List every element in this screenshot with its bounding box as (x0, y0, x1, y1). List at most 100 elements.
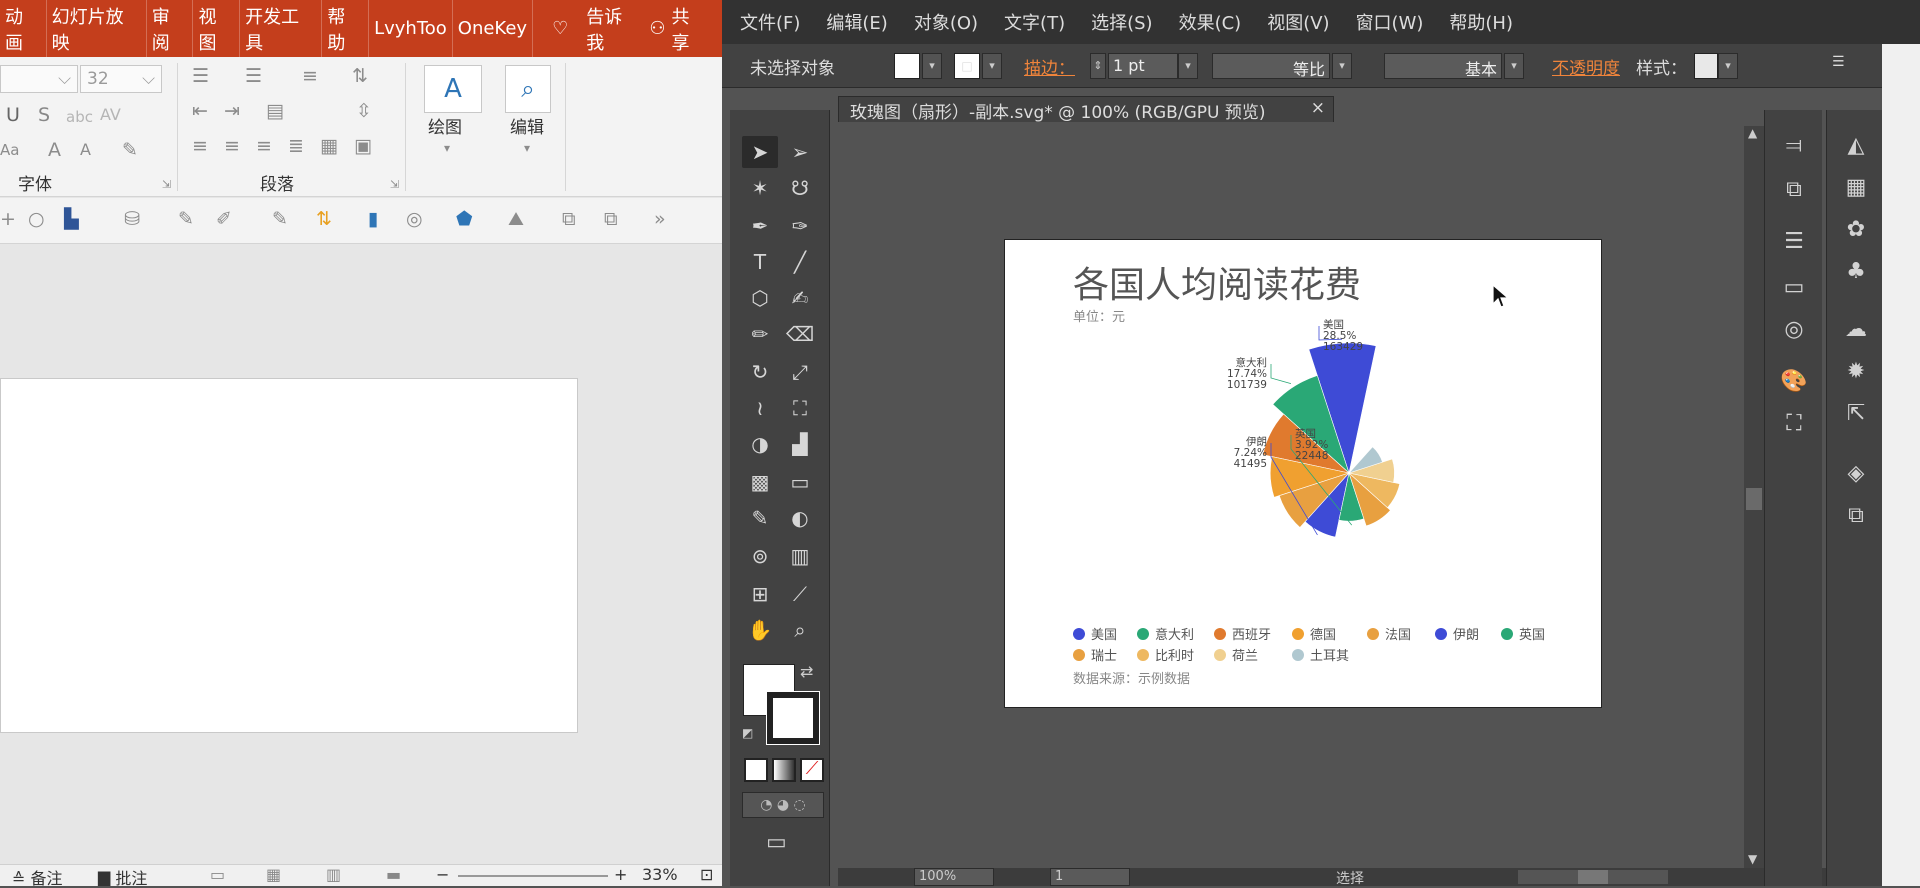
pathfinder-panel-icon[interactable]: ⧉ (1780, 176, 1808, 204)
stroke-stepper[interactable]: ⇕ (1090, 53, 1106, 79)
libraries-panel-icon[interactable]: ☁ (1842, 316, 1870, 344)
gradient-panel-icon[interactable]: ▭ (1780, 274, 1808, 302)
numbering-icon[interactable]: ☰ (245, 65, 262, 87)
more-icon[interactable]: » (654, 208, 666, 230)
clear-format-icon[interactable]: ✎ (122, 139, 138, 161)
slideshow-icon[interactable]: ▬ (386, 865, 401, 884)
tell-me-box[interactable]: ♡ 告诉我 (547, 0, 644, 57)
paint-bucket-icon[interactable]: ⛁ (124, 208, 140, 230)
zoom-tool-icon[interactable]: ⌕ (782, 614, 818, 646)
pen-tool-icon[interactable]: ✒ (742, 210, 778, 242)
zoom-field[interactable]: 100% (914, 868, 994, 886)
normal-view-icon[interactable]: ▭ (210, 865, 225, 884)
shape-builder-tool-icon[interactable]: ◑ (742, 428, 778, 460)
mesh-tool-icon[interactable]: ▩ (742, 466, 778, 498)
screen-mode-icon[interactable]: ▭ (766, 830, 787, 855)
menu-effect[interactable]: 效果(C) (1179, 9, 1242, 35)
draw-mode-icons[interactable]: ◔ ◕ ◌ (742, 792, 824, 818)
layers-panel-icon[interactable]: ◈ (1842, 460, 1870, 488)
document-tab[interactable]: 玫瑰图（扇形）-副本.svg* @ 100% (RGB/GPU 预览) × (838, 96, 1334, 123)
tab-onekey[interactable]: OneKey (453, 0, 534, 57)
stroke-dropdown[interactable]: ▾ (982, 53, 1002, 79)
oval-icon[interactable]: ○ (28, 208, 45, 230)
reading-view-icon[interactable]: ▥ (326, 865, 341, 884)
notes-button[interactable]: ≙ 备注 (12, 865, 63, 886)
blend-tool-icon[interactable]: ◐ (782, 502, 818, 534)
artboard-nav-field[interactable]: 1 (1050, 868, 1130, 886)
menu-file[interactable]: 文件(F) (740, 9, 800, 35)
artboard[interactable]: 各国人均阅读花费 单位：元 美国 28.5% 163429 意大利 17.74% 1017… (1004, 239, 1602, 708)
pen-color-icon[interactable]: ✐ (216, 208, 232, 230)
slice-tool-icon[interactable]: ⟋ (782, 578, 818, 610)
tab-help[interactable]: 帮助 (322, 0, 370, 57)
gradient-mode-icon[interactable] (772, 758, 796, 782)
justify-icon[interactable]: ≣ (288, 135, 304, 157)
symbols-panel-icon[interactable]: ♣ (1842, 258, 1870, 286)
tab-slideshow[interactable]: 幻灯片放映 (47, 0, 147, 57)
swatches-panel-icon[interactable]: ▦ (1842, 174, 1870, 202)
asset-export-panel-icon[interactable]: ⇱ (1842, 400, 1870, 428)
slide-sorter-icon[interactable]: ▦ (266, 865, 281, 884)
color-panel-icon[interactable]: 🎨 (1780, 368, 1808, 396)
change-case-icon[interactable]: Aa (0, 139, 19, 161)
menu-window[interactable]: 窗口(W) (1356, 9, 1424, 35)
swap-colors-icon[interactable]: ⇄ (800, 662, 813, 681)
columns-icon[interactable]: ▤ (266, 100, 284, 122)
shrink-font-icon[interactable]: A (80, 139, 91, 161)
menu-select[interactable]: 选择(S) (1091, 9, 1152, 35)
selection-tool-icon[interactable]: ➤ (742, 136, 778, 168)
share-button[interactable]: ⚇ 共享 (644, 0, 712, 57)
perspective-grid-tool-icon[interactable]: ▟ (782, 428, 818, 460)
char-spacing-icon[interactable]: AV (100, 104, 121, 126)
menu-help[interactable]: 帮助(H) (1449, 9, 1513, 35)
tab-developer[interactable]: 开发工具 (240, 0, 323, 57)
fit-slide-icon[interactable]: ⊡ (700, 865, 713, 884)
width-tool-icon[interactable]: ≀ (742, 392, 778, 424)
shadow-icon[interactable]: S (38, 104, 50, 126)
align-panel-icon[interactable]: ⫤ (1780, 132, 1808, 160)
effects-icon[interactable]: ⛰ (508, 208, 524, 230)
menu-view[interactable]: 视图(V) (1267, 9, 1329, 35)
align-center-icon[interactable]: ≡ (224, 135, 240, 157)
chevron-down-icon[interactable]: ▾ (524, 137, 530, 159)
stroke-panel-icon[interactable]: ☰ (1780, 228, 1808, 256)
stroke-weight-dropdown[interactable]: ▾ (1178, 53, 1198, 79)
free-transform-tool-icon[interactable]: ⛶ (782, 392, 818, 424)
graphic-styles-panel-icon[interactable]: ✹ (1842, 358, 1870, 386)
symbol-sprayer-tool-icon[interactable]: ⊚ (742, 540, 778, 572)
group-icon[interactable]: ⧉ (562, 208, 576, 230)
eyedropper-tool-icon[interactable]: ✎ (742, 502, 778, 534)
eyedropper-icon[interactable]: ✎ (178, 208, 194, 230)
brush-dropdown[interactable]: ▾ (1504, 53, 1524, 79)
align-text-icon[interactable]: ⇳ (356, 100, 372, 122)
line-tool-icon[interactable]: ╱ (782, 246, 818, 278)
fill-swatch-icon[interactable]: ▙ (64, 208, 79, 230)
paragraph-dialog-launcher-icon[interactable]: ⇲ (390, 174, 399, 196)
h-scroll-thumb[interactable] (1578, 870, 1608, 884)
hand-tool-icon[interactable]: ✋ (742, 614, 778, 646)
chart-icon[interactable]: ▮ (368, 208, 378, 230)
transform-panel-icon[interactable]: ⛶ (1780, 410, 1808, 438)
slide-canvas[interactable] (0, 378, 578, 733)
increase-indent-icon[interactable]: ⇥ (224, 100, 240, 122)
stroke-weight-field[interactable]: 1 pt (1108, 53, 1178, 79)
fill-swatch[interactable] (894, 53, 920, 79)
font-size-combo[interactable]: 32 ⌵ (80, 65, 162, 93)
arrange-icon[interactable]: ⇅ (316, 208, 332, 230)
none-mode-icon[interactable]: ⟋ (800, 758, 824, 782)
panel-menu-icon[interactable]: ☰ (1832, 54, 1845, 70)
font-dialog-launcher-icon[interactable]: ⇲ (162, 174, 171, 196)
zoom-in-icon[interactable]: + (614, 865, 627, 884)
grow-font-icon[interactable]: A (48, 139, 61, 161)
stroke-label[interactable]: 描边： (1024, 54, 1075, 79)
shapes-icon[interactable]: ◎ (406, 208, 423, 230)
default-colors-icon[interactable]: ◩ (742, 726, 753, 740)
opacity-label[interactable]: 不透明度 (1552, 54, 1620, 79)
align-right-icon[interactable]: ≡ (256, 135, 272, 157)
zoom-slider[interactable] (458, 875, 608, 877)
appearance-panel-icon[interactable]: ◭ (1842, 132, 1870, 160)
brush-definition[interactable]: 基本 (1384, 53, 1502, 79)
fill-dropdown[interactable]: ▾ (922, 53, 942, 79)
tab-animation[interactable]: 动画 (0, 0, 47, 57)
graph-tool-icon[interactable]: ▥ (782, 540, 818, 572)
